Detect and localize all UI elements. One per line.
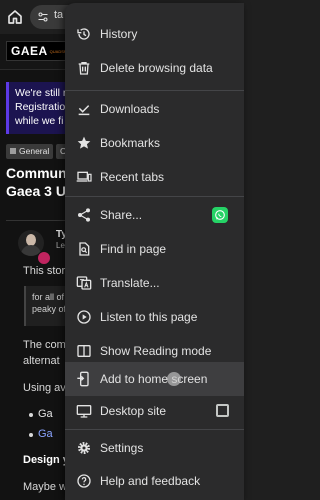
list-item: Ga bbox=[29, 408, 53, 420]
menu-item-label: Translate... bbox=[100, 276, 160, 290]
add-to-home-icon bbox=[77, 371, 89, 387]
post-heading: Design y bbox=[23, 454, 69, 466]
menu-item-downloads[interactable]: Downloads bbox=[65, 92, 244, 126]
help-icon bbox=[77, 474, 91, 488]
menu-divider bbox=[65, 196, 244, 197]
menu-item-add-to-home-screen[interactable]: Add to home screen bbox=[65, 362, 244, 396]
menu-item-label: Desktop site bbox=[100, 404, 167, 418]
translate-icon bbox=[76, 276, 92, 290]
post-paragraph: The com bbox=[23, 339, 66, 351]
menu-item-desktop-site[interactable]: Desktop site bbox=[65, 394, 244, 428]
menu-divider bbox=[65, 90, 244, 91]
find-in-page-icon bbox=[79, 242, 90, 256]
category-tag-general[interactable]: General bbox=[6, 144, 54, 159]
menu-item-label: Share... bbox=[100, 208, 143, 222]
gear-icon bbox=[78, 442, 90, 454]
share-icon bbox=[78, 208, 90, 222]
play-circle-icon bbox=[77, 310, 91, 324]
menu-item-label: Delete browsing data bbox=[100, 61, 213, 75]
menu-item-recent-tabs[interactable]: Recent tabs bbox=[65, 160, 244, 194]
menu-item-label: Recent tabs bbox=[100, 170, 165, 184]
post-author-subtitle: Le bbox=[56, 241, 65, 250]
menu-item-label: Find in page bbox=[100, 242, 167, 256]
whatsapp-icon[interactable] bbox=[212, 207, 228, 223]
menu-item-bookmarks[interactable]: Bookmarks bbox=[65, 126, 244, 160]
touch-indicator bbox=[167, 372, 181, 386]
post-paragraph: alternat bbox=[23, 355, 60, 367]
devices-icon bbox=[76, 171, 92, 182]
menu-item-listen-to-page[interactable]: Listen to this page bbox=[65, 300, 244, 334]
overflow-menu: History Delete browsing data Downloads B… bbox=[65, 3, 244, 500]
menu-item-label: Settings bbox=[100, 441, 144, 455]
menu-item-label: Bookmarks bbox=[100, 136, 161, 150]
menu-item-share[interactable]: Share... bbox=[65, 198, 244, 232]
menu-divider bbox=[65, 429, 244, 430]
desktop-icon bbox=[76, 405, 92, 418]
home-icon[interactable] bbox=[6, 8, 24, 26]
list-item-link[interactable]: Ga bbox=[29, 428, 53, 440]
menu-item-settings[interactable]: Settings bbox=[65, 431, 244, 465]
menu-item-label: History bbox=[100, 27, 138, 41]
download-done-icon bbox=[78, 105, 90, 116]
desktop-site-checkbox[interactable] bbox=[216, 404, 229, 417]
menu-item-label: Add to home screen bbox=[100, 372, 208, 386]
user-badge-icon bbox=[37, 251, 51, 265]
menu-item-label: Help and feedback bbox=[100, 474, 201, 488]
menu-item-help-and-feedback[interactable]: Help and feedback bbox=[65, 464, 244, 498]
post-paragraph: Maybe w bbox=[23, 481, 68, 493]
reading-mode-icon bbox=[77, 345, 91, 357]
post-paragraph: Using av bbox=[23, 382, 66, 394]
menu-item-delete-browsing-data[interactable]: Delete browsing data bbox=[65, 51, 244, 85]
menu-item-find-in-page[interactable]: Find in page bbox=[65, 232, 244, 266]
star-icon bbox=[77, 136, 91, 149]
menu-item-label: Listen to this page bbox=[100, 310, 198, 324]
menu-item-history[interactable]: History bbox=[65, 17, 244, 51]
post-intro: This stor bbox=[23, 265, 66, 277]
address-text: ta bbox=[54, 9, 64, 21]
site-settings-icon[interactable] bbox=[37, 11, 49, 23]
category-color-icon bbox=[10, 148, 16, 154]
site-logo[interactable]: GAEA QUADSPINNER bbox=[6, 41, 79, 61]
menu-item-translate[interactable]: Translate... bbox=[65, 266, 244, 300]
trash-icon bbox=[78, 62, 90, 75]
menu-item-label: Downloads bbox=[100, 102, 160, 116]
history-icon bbox=[77, 28, 90, 40]
